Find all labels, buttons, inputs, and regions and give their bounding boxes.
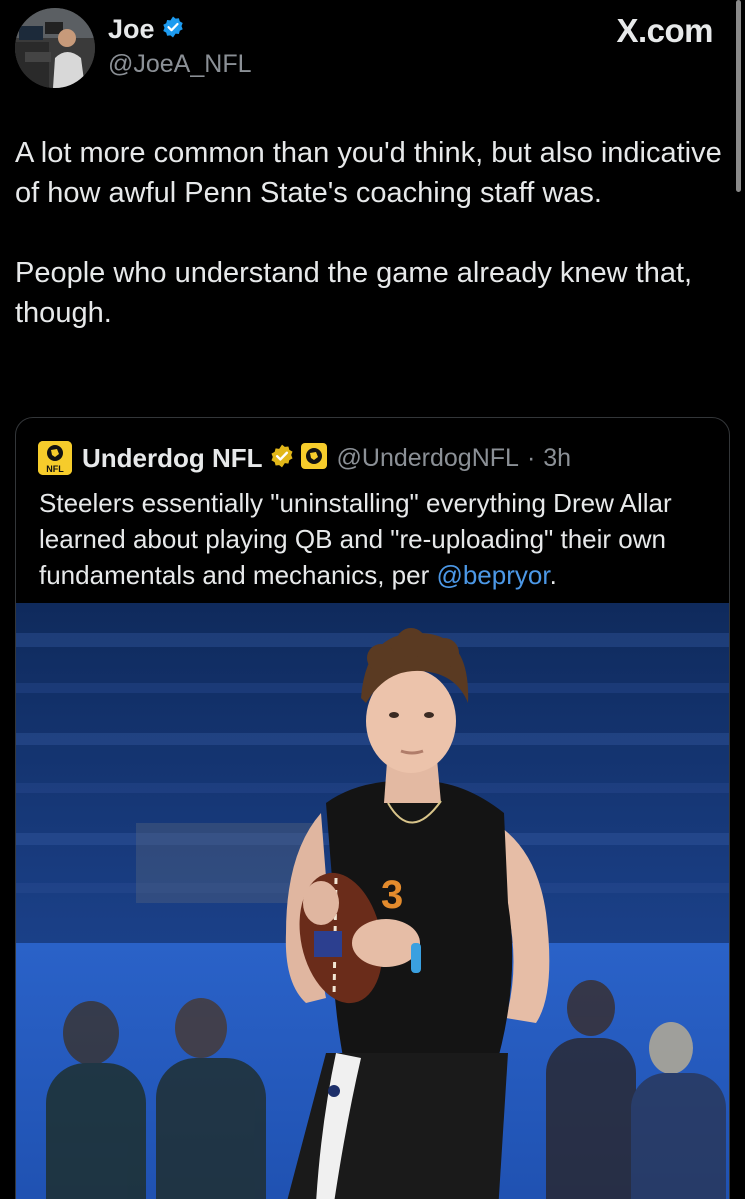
- x-com-watermark: X.com: [616, 12, 713, 50]
- tweet-paragraph: A lot more common than you'd think, but …: [15, 137, 722, 209]
- quote-tweet-card[interactable]: NFL Underdog NFL @UnderdogNFL · 3h Steel…: [15, 417, 730, 1199]
- logo-text: NFL: [46, 464, 64, 474]
- quote-text: Steelers essentially "uninstalling" ever…: [39, 485, 714, 593]
- quote-author-name[interactable]: Underdog NFL: [82, 443, 263, 474]
- author-name[interactable]: Joe: [108, 14, 155, 45]
- author-handle[interactable]: @JoeA_NFL: [108, 50, 252, 79]
- underdog-logo-icon: NFL: [38, 441, 72, 475]
- meta-separator: ·: [526, 443, 536, 472]
- quote-time[interactable]: 3h: [543, 444, 571, 473]
- site-label: X.com: [616, 12, 713, 49]
- underdog-affiliate-icon[interactable]: [300, 442, 327, 474]
- mention-link[interactable]: @bepryor: [436, 560, 549, 590]
- tweet-text: A lot more common than you'd think, but …: [15, 133, 735, 333]
- gold-verified-badge-icon: [269, 443, 295, 474]
- tweet-screenshot: Joe @JoeA_NFL X.com A lot more common th…: [0, 0, 745, 1199]
- avatar[interactable]: [15, 8, 95, 88]
- verified-badge-icon: [161, 15, 185, 44]
- quarterback-photo: 3: [16, 603, 729, 1199]
- quote-text-body: Steelers essentially "uninstalling" ever…: [39, 488, 672, 590]
- tweet-paragraph: People who understand the game already k…: [15, 257, 693, 329]
- quote-author-handle[interactable]: @UnderdogNFL: [337, 444, 519, 473]
- quote-header: NFL Underdog NFL @UnderdogNFL · 3h: [38, 441, 571, 475]
- scrollbar[interactable]: [736, 0, 741, 192]
- author-name-row: Joe: [108, 14, 185, 45]
- underdog-logo-avatar[interactable]: NFL: [38, 441, 72, 475]
- quote-text-end: .: [549, 560, 557, 590]
- quote-media-image[interactable]: 3: [16, 603, 729, 1199]
- svg-text:3: 3: [381, 873, 403, 917]
- avatar-image: [15, 8, 95, 88]
